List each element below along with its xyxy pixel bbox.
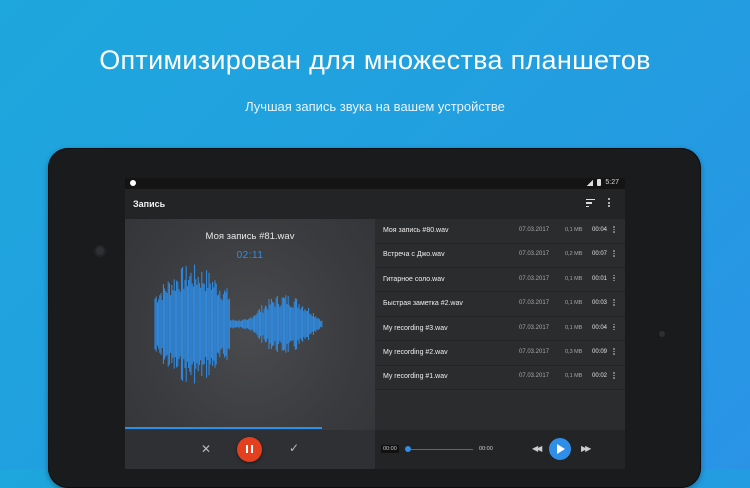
- recording-date: 07.03.2017: [519, 349, 550, 355]
- recording-name: My recording #2.wav: [383, 349, 448, 356]
- sensor-dot: [659, 331, 665, 337]
- recording-list-item[interactable]: Гитарное соло.wav 07.03.2017 0,1 MB 00:01: [375, 268, 625, 293]
- recording-name: Гитарное соло.wav: [383, 275, 445, 283]
- signal-icon: [587, 179, 594, 186]
- recordings-list-pane: Моя запись #80.wav 07.03.2017 0,1 MB 00:04 В…: [375, 219, 625, 469]
- recording-name: Моя запись #80.wav: [383, 227, 449, 234]
- app-title: Запись: [133, 199, 166, 209]
- recording-list-item[interactable]: Моя запись #80.wav 07.03.2017 0,1 MB 00:04: [375, 219, 625, 244]
- seek-handle[interactable]: [405, 446, 411, 452]
- sort-icon[interactable]: [586, 199, 595, 208]
- item-more-icon[interactable]: [613, 323, 615, 332]
- recording-list-item[interactable]: My recording #2.wav 07.03.2017 0,3 MB 00:09: [375, 341, 625, 366]
- item-more-icon[interactable]: [613, 348, 615, 356]
- recording-list-item[interactable]: Быстрая заметка #2.wav 07.03.2017 0,1 MB 00…: [375, 292, 625, 317]
- recording-date: 07.03.2017: [519, 251, 550, 258]
- item-more-icon[interactable]: [613, 372, 615, 380]
- tablet-screen: 5:27 Запись Моя запись #81.wav 02:11 ✕ ✓…: [125, 178, 625, 469]
- recording-duration: 00:09: [592, 349, 608, 355]
- promo-headline: Оптимизирован для множества планшетов: [99, 45, 651, 75]
- front-camera: [96, 247, 104, 255]
- recording-size: 0,1 MB: [565, 275, 583, 282]
- fast-forward-button[interactable]: ▶▶: [581, 444, 591, 453]
- recording-duration: 00:04: [592, 324, 608, 331]
- pause-icon: [246, 445, 248, 453]
- battery-icon: [597, 179, 602, 186]
- rewind-button[interactable]: ◀◀: [532, 444, 542, 453]
- recording-date: 07.03.2017: [519, 227, 550, 233]
- save-button[interactable]: ✓: [289, 441, 299, 455]
- recording-list-item[interactable]: Встреча с Джо.wav 07.03.2017 0,2 MB 00:07: [375, 243, 625, 268]
- waveform-progress-line: [125, 427, 322, 429]
- item-more-icon[interactable]: [613, 274, 615, 283]
- recording-duration: 00:03: [592, 300, 608, 307]
- recorder-controls: ✕ ✓: [125, 430, 375, 469]
- playback-duration: 00:00: [479, 446, 493, 452]
- recording-duration: 00:04: [592, 227, 608, 233]
- recording-date: 07.03.2017: [519, 300, 550, 307]
- recording-name: My recording #1.wav: [383, 373, 448, 381]
- item-more-icon[interactable]: [613, 299, 615, 307]
- recording-size: 0,2 MB: [565, 251, 583, 258]
- discard-button[interactable]: ✕: [201, 442, 211, 456]
- recording-size: 0,3 MB: [565, 349, 583, 355]
- recording-duration: 00:02: [592, 373, 608, 380]
- item-more-icon[interactable]: [613, 226, 615, 234]
- status-bar: 5:27: [125, 178, 625, 189]
- notification-icon: [130, 180, 136, 186]
- recording-size: 0,1 MB: [565, 324, 583, 331]
- recording-name: Быстрая заметка #2.wav: [383, 300, 463, 308]
- recorder-pane: Моя запись #81.wav 02:11 ✕ ✓: [125, 219, 375, 469]
- play-icon: [557, 444, 565, 454]
- promo-subheadline: Лучшая запись звука на вашем устройстве: [245, 99, 505, 114]
- recording-size: 0,1 MB: [565, 373, 583, 380]
- item-more-icon[interactable]: [613, 250, 615, 258]
- recording-size: 0,1 MB: [565, 227, 583, 233]
- recording-date: 07.03.2017: [519, 373, 550, 380]
- recording-name: Встреча с Джо.wav: [383, 251, 445, 259]
- playback-position: 00:00: [381, 445, 399, 453]
- recording-list-item[interactable]: My recording #3.wav 07.03.2017 0,1 MB 00:04: [375, 317, 625, 342]
- pause-button[interactable]: [237, 437, 262, 462]
- waveform: [154, 264, 323, 384]
- recording-date: 07.03.2017: [519, 275, 550, 282]
- tablet-device: 5:27 Запись Моя запись #81.wav 02:11 ✕ ✓…: [48, 148, 701, 488]
- seek-bar[interactable]: [410, 449, 473, 450]
- play-button[interactable]: [549, 438, 571, 460]
- status-time: 5:27: [605, 179, 619, 186]
- app-bar: Запись: [125, 189, 625, 219]
- recording-date: 07.03.2017: [519, 324, 550, 331]
- recording-list-item[interactable]: My recording #1.wav 07.03.2017 0,1 MB 00:02: [375, 365, 625, 390]
- playback-bar: 00:00 00:00 ◀◀ ▶▶: [375, 430, 625, 469]
- recording-duration: 00:01: [592, 275, 608, 282]
- more-vert-icon[interactable]: [608, 198, 611, 210]
- recording-name: My recording #3.wav: [383, 324, 448, 332]
- recording-duration: 00:07: [592, 251, 608, 258]
- recording-size: 0,1 MB: [565, 300, 583, 307]
